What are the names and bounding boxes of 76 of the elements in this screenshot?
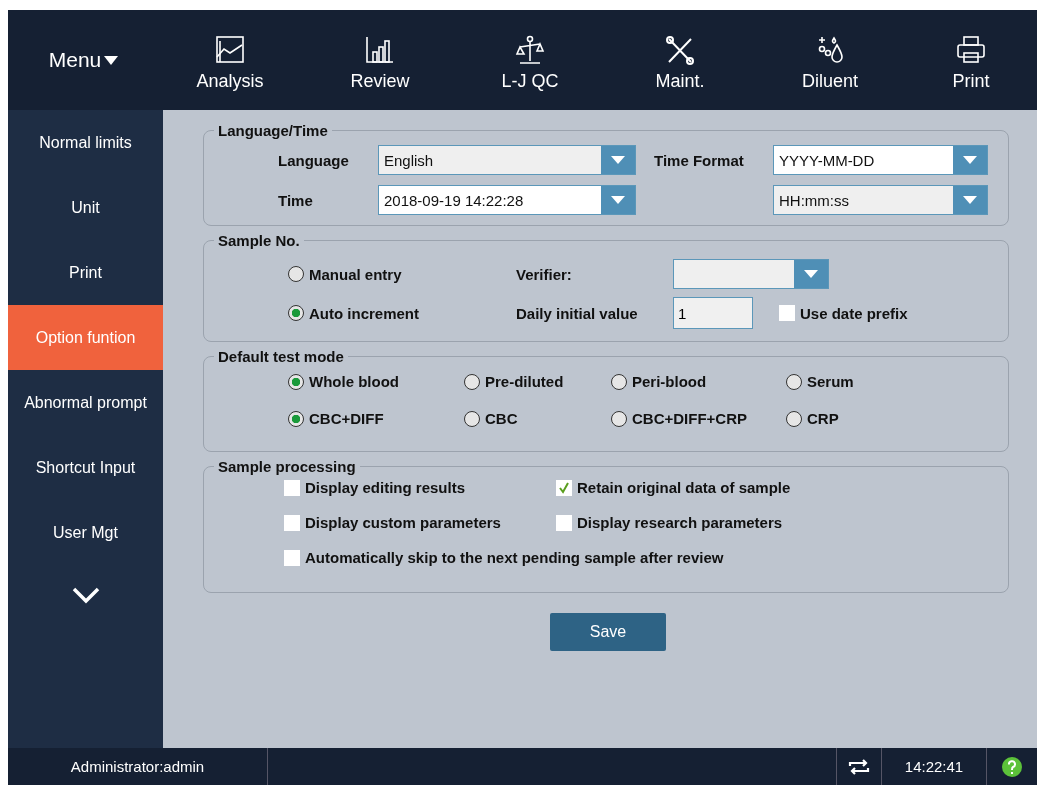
radio-option[interactable]: Serum	[786, 373, 998, 390]
time-format-dropdown[interactable]: HH:mm:ss	[773, 185, 988, 215]
time-label: Time	[278, 190, 314, 211]
language-label: Language	[278, 150, 350, 171]
toolbar-button[interactable]: Diluent	[755, 10, 905, 110]
radio-button[interactable]	[786, 373, 802, 390]
checkbox-option[interactable]: Display editing results	[284, 479, 556, 496]
radio-button[interactable]	[611, 410, 627, 427]
checkbox-option[interactable]: Display research parameters	[556, 514, 998, 531]
radio-option[interactable]: CRP	[786, 410, 998, 427]
radio-option[interactable]: CBC+DIFF	[288, 410, 464, 427]
date-format-dropdown[interactable]: YYYY-MM-DD	[773, 145, 988, 175]
toolbar-button[interactable]: Analysis	[155, 10, 305, 110]
bar-chart-icon	[364, 34, 396, 65]
radio-option[interactable]: Whole blood	[288, 373, 464, 390]
time-format-label: Time Format	[653, 150, 745, 171]
radio-option[interactable]: Auto increment	[288, 304, 419, 322]
caret-icon	[104, 55, 119, 65]
menu-button[interactable]: Menu	[8, 10, 155, 110]
caret-icon	[953, 186, 987, 214]
radio-button[interactable]	[288, 373, 304, 390]
tools-icon	[664, 34, 696, 65]
checkbox[interactable]	[284, 479, 300, 496]
time-dropdown[interactable]: 2018-09-19 14:22:28	[378, 185, 636, 215]
clock: 14:22:41	[881, 748, 986, 785]
caret-icon	[601, 186, 635, 214]
radio-button[interactable]	[611, 373, 627, 390]
sidebar-item[interactable]: User Mgt	[8, 500, 163, 565]
caret-icon	[794, 260, 828, 288]
radio-button[interactable]	[288, 305, 304, 321]
group-title: Sample processing	[217, 458, 357, 475]
toolbar-button[interactable]: Print	[905, 10, 1037, 110]
checkbox[interactable]	[556, 514, 572, 531]
checkbox-option[interactable]: Use date prefix	[779, 304, 908, 322]
chart-icon	[214, 34, 246, 65]
radio-option[interactable]: Peri-blood	[611, 373, 786, 390]
checkbox-option[interactable]: Display custom parameters	[284, 514, 556, 531]
radio-option[interactable]: CBC+DIFF+CRP	[611, 410, 786, 427]
sidebar-item[interactable]: Shortcut Input	[8, 435, 163, 500]
sidebar-item[interactable]: Print	[8, 240, 163, 305]
checkbox[interactable]	[284, 514, 300, 531]
toolbar-button[interactable]: Maint.	[605, 10, 755, 110]
checkbox-option[interactable]: Retain original data of sample	[556, 479, 998, 496]
checkbox[interactable]	[779, 305, 795, 321]
checkbox[interactable]	[284, 549, 300, 566]
verifier-dropdown[interactable]	[673, 259, 829, 289]
caret-icon	[601, 146, 635, 174]
checkbox[interactable]	[556, 479, 572, 496]
radio-button[interactable]	[288, 410, 304, 427]
language-dropdown[interactable]: English	[378, 145, 636, 175]
radio-button[interactable]	[288, 266, 304, 282]
help-icon[interactable]	[1001, 755, 1023, 778]
daily-initial-value-label: Daily initial value	[516, 304, 639, 322]
sidebar-item[interactable]: Unit	[8, 175, 163, 240]
radio-button[interactable]	[464, 410, 480, 427]
caret-icon	[953, 146, 987, 174]
checkbox-option[interactable]: Automatically skip to the next pending sample after review	[284, 549, 998, 566]
user-name: Administrator:admin	[8, 748, 268, 785]
group-title: Language/Time	[217, 122, 329, 139]
sidebar-item[interactable]: Abnormal prompt	[8, 370, 163, 435]
sidebar-item[interactable]: Normal limits	[8, 110, 163, 175]
input-field[interactable]: 1	[673, 297, 753, 329]
radio-button[interactable]	[786, 410, 802, 427]
radio-option[interactable]: Pre-diluted	[464, 373, 611, 390]
balance-icon	[514, 34, 546, 65]
sync-icon[interactable]	[848, 757, 870, 776]
radio-option[interactable]: Manual entry	[288, 265, 402, 283]
printer-icon	[955, 34, 987, 65]
toolbar-button[interactable]: Review	[305, 10, 455, 110]
toolbar-button[interactable]: L-J QC	[455, 10, 605, 110]
radio-button[interactable]	[464, 373, 480, 390]
verifier-label: Verifier:	[516, 265, 573, 283]
group-title: Default test mode	[217, 348, 345, 365]
save-button[interactable]: Save	[550, 613, 666, 651]
radio-option[interactable]: CBC	[464, 410, 611, 427]
group-title: Sample No.	[217, 232, 301, 249]
